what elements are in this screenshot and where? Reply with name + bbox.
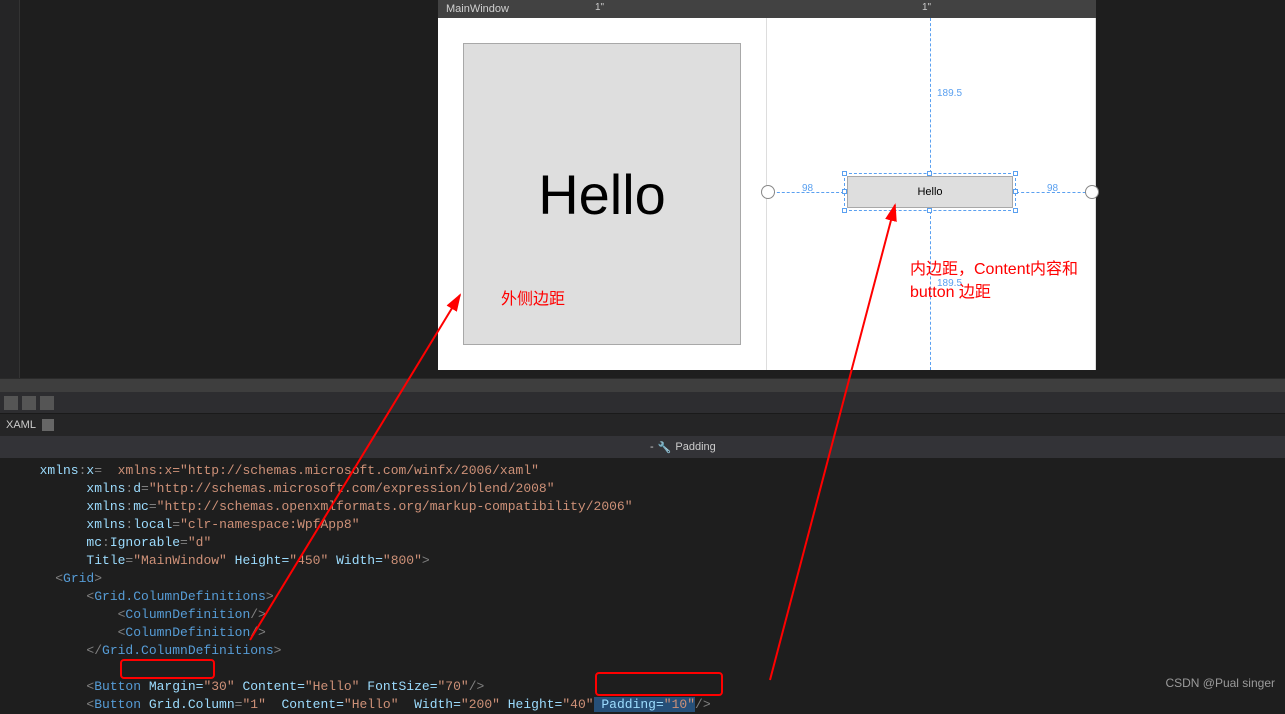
guide-line (1016, 192, 1096, 193)
guide-line (930, 211, 931, 370)
design-surface[interactable]: Hello 189.5 189.5 98 98 Hello (438, 18, 1096, 370)
dash: - (650, 441, 654, 453)
breadcrumb: - 🔧 Padding (0, 436, 1285, 458)
measure-top: 189.5 (937, 88, 962, 99)
watermark: CSDN @Pual singer (1165, 676, 1275, 690)
measure-bottom: 189.5 (937, 278, 962, 289)
measure-right: 98 (1047, 183, 1058, 194)
window-titlebar: MainWindow (438, 0, 1096, 18)
big-button[interactable]: Hello (463, 43, 741, 345)
ruler-mark: 1" (922, 2, 931, 13)
toolbar-icon[interactable] (40, 396, 54, 410)
designer-area: MainWindow 1" 1" Hello 189.5 189.5 98 98 (0, 0, 1285, 378)
left-toolstrip (0, 0, 20, 378)
code-editor[interactable]: xmlns:x= xmlns:x="http://schemas.microso… (0, 458, 1285, 696)
file-tabstrip: XAML (0, 414, 1285, 436)
toolbar-icon[interactable] (4, 396, 18, 410)
anchor-icon (761, 185, 775, 199)
property-indicator[interactable]: - 🔧 Padding (650, 441, 716, 454)
wrench-icon: 🔧 (658, 441, 672, 454)
window-title: MainWindow (446, 3, 509, 15)
anchor-icon (1085, 185, 1099, 199)
property-name: Padding (675, 441, 715, 453)
guide-line (930, 18, 931, 173)
design-viewport: MainWindow 1" 1" Hello 189.5 189.5 98 98 (20, 0, 1285, 378)
split-toolbar (0, 392, 1285, 414)
scrollbar[interactable] (0, 378, 1285, 392)
popup-icon[interactable] (42, 419, 54, 431)
right-pane: 189.5 189.5 98 98 Hello (767, 18, 1096, 370)
small-button[interactable]: Hello (847, 176, 1013, 208)
toolbar-icon[interactable] (22, 396, 36, 410)
ruler-mark: 1" (595, 2, 604, 13)
xaml-tab[interactable]: XAML (6, 419, 36, 431)
measure-left: 98 (802, 183, 813, 194)
guide-line (767, 192, 844, 193)
left-pane: Hello (438, 18, 767, 370)
